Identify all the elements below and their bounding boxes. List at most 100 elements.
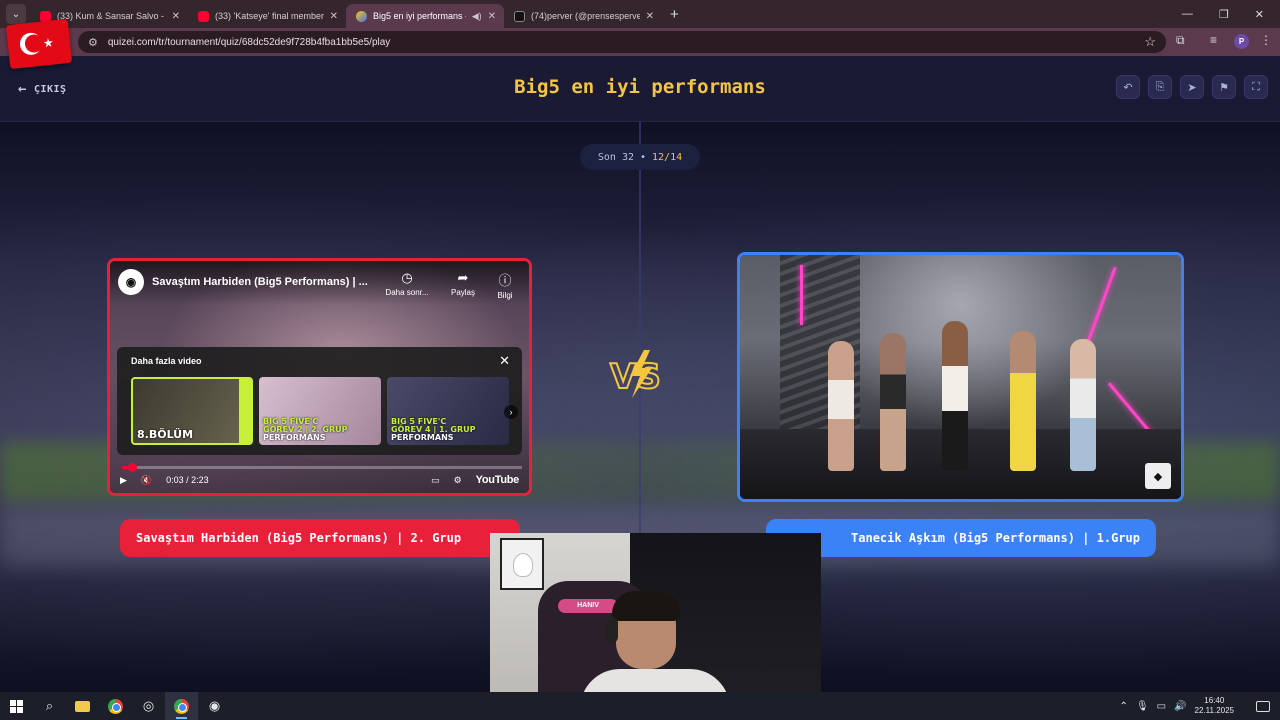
tab-youtube-2[interactable]: (33) 'Katseye' final members | D ✕ bbox=[188, 4, 346, 28]
close-window-icon[interactable]: ✕ bbox=[1255, 8, 1264, 21]
chrome-icon bbox=[108, 698, 123, 714]
windows-taskbar: ⌕ ◎ ◉ ⌃ 🎙 ▭ 🔊 16:40 22.11.2025 bbox=[0, 692, 1280, 720]
bookmark-star-icon[interactable]: ☆ bbox=[1144, 34, 1156, 50]
tab-close-icon[interactable]: ✕ bbox=[330, 11, 338, 22]
tab-close-icon[interactable]: ✕ bbox=[646, 11, 654, 22]
more-videos-title: Daha fazla video bbox=[131, 356, 202, 366]
new-tab-button[interactable]: + bbox=[670, 6, 679, 23]
suggested-video-thumbnail[interactable]: BIG 5 FIVE'C GÖREV 2 | 2. GRUP PERFORMAN… bbox=[259, 377, 381, 445]
close-icon[interactable]: ✕ bbox=[499, 353, 510, 369]
tab-title: Big5 en iyi performans - Tu bbox=[373, 11, 466, 21]
url-text: quizei.com/tr/tournament/quiz/68dc52de9f… bbox=[107, 36, 391, 48]
audio-playing-icon[interactable]: ◀) bbox=[472, 11, 482, 22]
turkish-flag-icon: ★ bbox=[5, 18, 73, 70]
address-bar[interactable]: ⚙ quizei.com/tr/tournament/quiz/68dc52de… bbox=[78, 31, 1166, 53]
flag-icon: ⚑ bbox=[1219, 81, 1229, 94]
undo-button[interactable]: ↶ bbox=[1116, 75, 1140, 99]
thumbnail-text: 8.BÖLÜM bbox=[137, 428, 194, 441]
page-title: Big5 en iyi performans bbox=[514, 76, 766, 98]
video-title[interactable]: Savaştım Harbiden (Big5 Performans) | ..… bbox=[152, 276, 368, 288]
media-controls-icon[interactable]: ≡ bbox=[1210, 33, 1217, 47]
obs-button[interactable]: ◉ bbox=[198, 692, 231, 720]
network-icon[interactable]: ▭ bbox=[1157, 701, 1166, 712]
report-button[interactable]: ⚑ bbox=[1212, 75, 1236, 99]
muted-volume-icon[interactable]: 🔇 bbox=[141, 475, 152, 486]
notification-icon[interactable] bbox=[1256, 700, 1270, 712]
cat-poster bbox=[500, 538, 544, 590]
channel-logo[interactable]: ◉ bbox=[118, 269, 144, 295]
thumbnail-text: PERFORMANS bbox=[263, 433, 326, 442]
chrome-button[interactable] bbox=[99, 692, 132, 720]
file-explorer-button[interactable] bbox=[66, 692, 99, 720]
tab-search-button[interactable]: ⌄ bbox=[6, 4, 26, 24]
time: 16:40 bbox=[1204, 696, 1225, 705]
restore-icon[interactable]: ❐ bbox=[1219, 8, 1229, 21]
separator: • bbox=[639, 151, 647, 163]
settings-gear-icon[interactable]: ⚙ bbox=[454, 475, 462, 486]
left-option-title[interactable]: Savaştım Harbiden (Big5 Performans) | 2.… bbox=[120, 519, 520, 557]
start-button[interactable] bbox=[0, 692, 33, 720]
more-videos-panel: Daha fazla video ✕ 8.BÖLÜM BIG 5 FIVE'C … bbox=[117, 347, 522, 455]
info-icon: ⓘ bbox=[498, 273, 512, 288]
discord-button[interactable]: ◎ bbox=[132, 692, 165, 720]
copy-link-button[interactable]: ⎘ bbox=[1148, 75, 1172, 99]
windows-icon bbox=[10, 699, 23, 713]
info-button[interactable]: ⓘ Bilgi bbox=[478, 270, 529, 300]
microphone-icon[interactable]: 🎙 bbox=[1136, 701, 1149, 712]
tab-tiktok[interactable]: (74)perver (@prensesperver) | T ✕ bbox=[504, 4, 662, 28]
tab-title: (74)perver (@prensesperver) | T bbox=[531, 11, 640, 21]
search-button[interactable]: ⌕ bbox=[33, 692, 66, 720]
youtube-logo[interactable]: YouTube bbox=[476, 474, 520, 486]
menu-icon[interactable]: ⋮ bbox=[1260, 33, 1272, 47]
right-option-card[interactable]: ◆ bbox=[737, 252, 1184, 502]
fullscreen-button[interactable]: ⛶ bbox=[1244, 75, 1268, 99]
thumbnail-text: PERFORMANS bbox=[391, 433, 454, 442]
channel-watermark-icon: ◆ bbox=[1145, 463, 1171, 489]
fullscreen-icon: ⛶ bbox=[1252, 80, 1260, 93]
extensions-icon[interactable]: ⧉ bbox=[1176, 33, 1185, 48]
video-time: 0:03 / 2:23 bbox=[166, 475, 209, 485]
date: 22.11.2025 bbox=[1194, 706, 1234, 715]
minimize-icon[interactable]: — bbox=[1182, 8, 1193, 21]
browser-toolbar: ⚙ quizei.com/tr/tournament/quiz/68dc52de… bbox=[0, 28, 1280, 56]
chevron-right-icon[interactable]: › bbox=[504, 405, 518, 419]
share-button[interactable]: ➤ bbox=[1180, 75, 1204, 99]
discord-icon: ◎ bbox=[142, 698, 155, 713]
right-option-title[interactable]: Tanecik Aşkım (Big5 Performans) | 1.Grup bbox=[766, 519, 1156, 557]
youtube-icon bbox=[198, 10, 209, 22]
tab-close-icon[interactable]: ✕ bbox=[172, 11, 180, 22]
chrome-active-button[interactable] bbox=[165, 692, 198, 720]
quiz-header: ← ÇIKIŞ Big5 en iyi performans ↶ ⎘ ➤ ⚑ ⛶ bbox=[0, 56, 1280, 122]
performance-still[interactable] bbox=[740, 255, 1181, 499]
clock-icon: ◷ bbox=[401, 270, 413, 285]
video-controls: ▶ 🔇 0:03 / 2:23 ▭ ⚙ YouTube bbox=[110, 467, 529, 493]
tab-title: (33) 'Katseye' final members | D bbox=[215, 11, 324, 21]
window-controls: — ❐ ✕ bbox=[1182, 8, 1280, 21]
share-label: Paylaş bbox=[450, 288, 475, 297]
send-icon: ➤ bbox=[1187, 81, 1197, 94]
tiktok-icon bbox=[514, 10, 525, 22]
tab-quizei[interactable]: Big5 en iyi performans - Tu ◀) ✕ bbox=[346, 4, 504, 28]
quizei-icon bbox=[356, 10, 367, 22]
play-icon[interactable]: ▶ bbox=[120, 475, 127, 486]
left-option-card[interactable]: ◉ Savaştım Harbiden (Big5 Performans) | … bbox=[107, 258, 532, 496]
suggested-video-thumbnail[interactable]: BIG 5 FIVE'C GÖREV 4 | 1. GRUP PERFORMAN… bbox=[387, 377, 509, 445]
undo-icon: ↶ bbox=[1123, 81, 1133, 94]
link-icon: ⎘ bbox=[1155, 80, 1165, 93]
volume-icon[interactable]: 🔊 bbox=[1174, 701, 1186, 712]
browser-tab-bar: ⌄ (33) Kum & Sansar Salvo - Kırm ✕ (33) … bbox=[0, 0, 1280, 28]
chrome-icon bbox=[174, 698, 189, 714]
versus-icon: VS bbox=[609, 350, 662, 398]
captions-icon[interactable]: ▭ bbox=[431, 475, 440, 486]
site-info-icon[interactable]: ⚙ bbox=[88, 36, 98, 49]
suggested-video-thumbnail[interactable]: 8.BÖLÜM bbox=[131, 377, 253, 445]
profile-avatar[interactable]: P bbox=[1234, 34, 1249, 49]
round-badge: Son 32 • 12/14 bbox=[580, 144, 700, 170]
clock[interactable]: 16:40 22.11.2025 bbox=[1195, 696, 1234, 716]
progress-counter: 12/14 bbox=[652, 151, 683, 163]
round-label: Son 32 bbox=[597, 151, 634, 163]
obs-icon: ◉ bbox=[208, 698, 221, 713]
chevron-up-icon[interactable]: ⌃ bbox=[1120, 701, 1128, 712]
tab-close-icon[interactable]: ✕ bbox=[488, 11, 496, 22]
watch-later-button[interactable]: ◷ Daha sonr... bbox=[380, 270, 434, 297]
